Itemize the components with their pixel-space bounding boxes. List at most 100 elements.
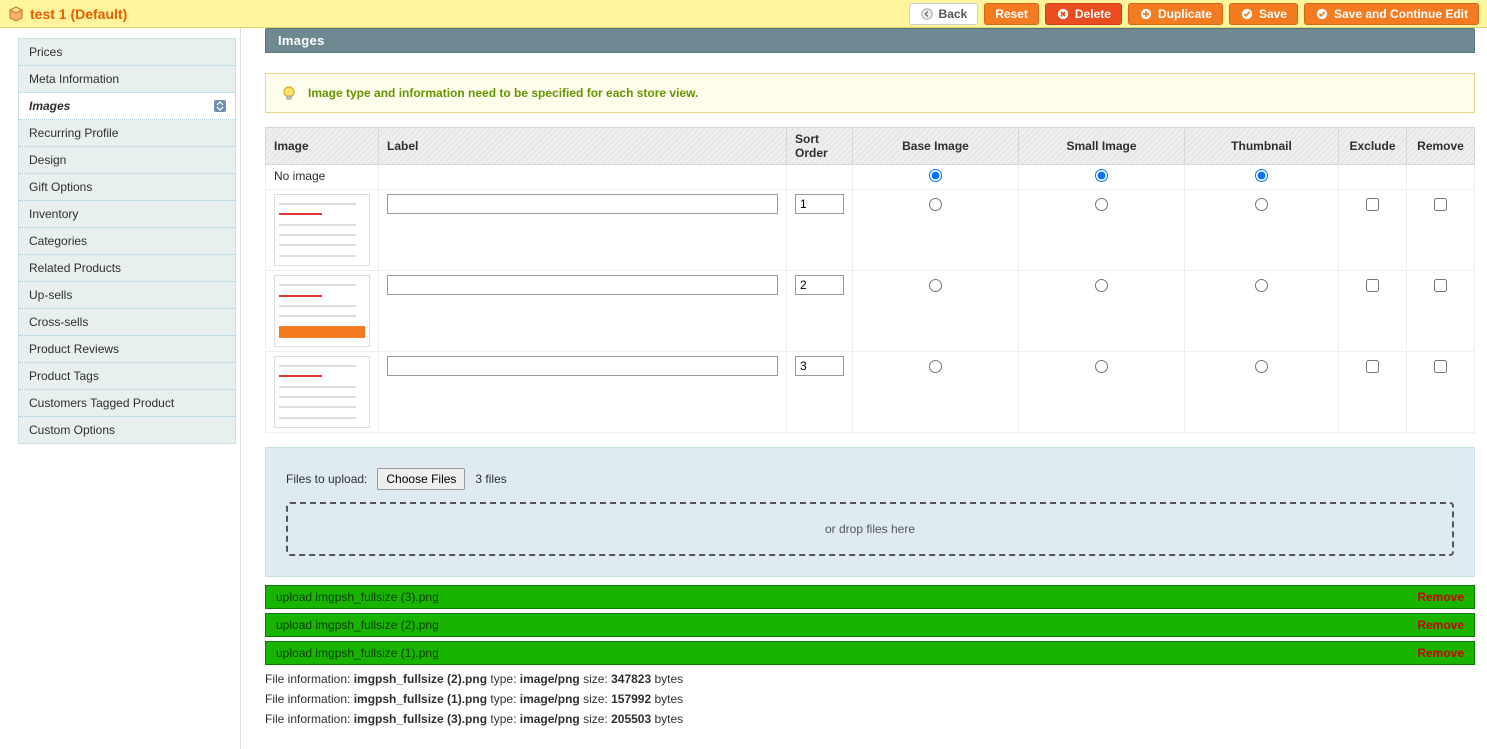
small-image-radio[interactable] <box>1095 198 1108 211</box>
file-count-text: 3 files <box>475 472 506 486</box>
base-image-radio-none[interactable] <box>929 169 942 182</box>
exclude-checkbox[interactable] <box>1366 360 1379 373</box>
section-header: Images <box>265 28 1475 53</box>
main-content: Images Image type and information need t… <box>240 28 1487 749</box>
thumb-image-radio[interactable] <box>1255 279 1268 292</box>
check-icon <box>1240 7 1254 21</box>
uploaded-file-label: upload imgpsh_fullsize (2).png <box>276 618 439 632</box>
sidebar-item-up-sells[interactable]: Up-sells <box>19 282 235 309</box>
th-base-image: Base Image <box>853 128 1019 165</box>
sidebar-item-categories[interactable]: Categories <box>19 228 235 255</box>
remove-uploaded-link[interactable]: Remove <box>1417 646 1464 660</box>
sidebar-item-gift-options[interactable]: Gift Options <box>19 174 235 201</box>
label-input[interactable] <box>387 356 778 376</box>
thumb-image-radio[interactable] <box>1255 360 1268 373</box>
sort-order-input[interactable] <box>795 275 844 295</box>
th-sort-order: Sort Order <box>787 128 853 165</box>
save-button[interactable]: Save <box>1229 3 1298 25</box>
small-image-radio[interactable] <box>1095 279 1108 292</box>
th-label: Label <box>379 128 787 165</box>
exclude-checkbox[interactable] <box>1366 279 1379 292</box>
image-thumbnail[interactable] <box>274 194 370 266</box>
sidebar-item-recurring-profile[interactable]: Recurring Profile <box>19 120 235 147</box>
uploaded-file-label: upload imgpsh_fullsize (1).png <box>276 646 439 660</box>
reset-button[interactable]: Reset <box>984 3 1039 25</box>
file-info-line: File information: imgpsh_fullsize (3).pn… <box>265 709 1475 729</box>
thumb-image-radio[interactable] <box>1255 198 1268 211</box>
back-button-label: Back <box>939 7 968 21</box>
sidebar-item-customers-tagged-product[interactable]: Customers Tagged Product <box>19 390 235 417</box>
back-button[interactable]: Back <box>909 3 979 25</box>
duplicate-button-label: Duplicate <box>1158 7 1212 21</box>
remove-checkbox[interactable] <box>1434 360 1447 373</box>
sidebar-item-related-products[interactable]: Related Products <box>19 255 235 282</box>
sidebar: PricesMeta InformationImagesRecurring Pr… <box>0 28 240 749</box>
uploaded-file-row: upload imgpsh_fullsize (1).png Remove <box>265 641 1475 665</box>
notice-message: Image type and information need to be sp… <box>308 86 698 100</box>
base-image-radio[interactable] <box>929 198 942 211</box>
table-row <box>266 271 1475 352</box>
base-image-radio[interactable] <box>929 279 942 292</box>
th-thumbnail: Thumbnail <box>1185 128 1339 165</box>
sidebar-item-meta-information[interactable]: Meta Information <box>19 66 235 93</box>
notice-box: Image type and information need to be sp… <box>265 73 1475 113</box>
uploaded-files-block: upload imgpsh_fullsize (3).pngRemoveuplo… <box>265 585 1475 665</box>
upload-area: Files to upload: Choose Files 3 files or… <box>265 447 1475 577</box>
expand-up-down-icon[interactable] <box>213 99 227 113</box>
sort-order-input[interactable] <box>795 356 844 376</box>
image-thumbnail[interactable] <box>274 275 370 347</box>
table-row <box>266 190 1475 271</box>
choose-files-button[interactable]: Choose Files <box>377 468 465 490</box>
product-cube-icon <box>8 6 24 22</box>
images-table: Image Label Sort Order Base Image Small … <box>265 127 1475 433</box>
sidebar-item-design[interactable]: Design <box>19 147 235 174</box>
label-input[interactable] <box>387 275 778 295</box>
file-info-line: File information: imgpsh_fullsize (1).pn… <box>265 689 1475 709</box>
sidebar-item-inventory[interactable]: Inventory <box>19 201 235 228</box>
base-image-radio[interactable] <box>929 360 942 373</box>
duplicate-button[interactable]: Duplicate <box>1128 3 1223 25</box>
remove-checkbox[interactable] <box>1434 279 1447 292</box>
back-arrow-icon <box>920 7 934 21</box>
remove-uploaded-link[interactable]: Remove <box>1417 618 1464 632</box>
delete-button-label: Delete <box>1075 7 1111 21</box>
sidebar-item-cross-sells[interactable]: Cross-sells <box>19 309 235 336</box>
delete-x-icon <box>1056 7 1070 21</box>
reset-button-label: Reset <box>995 7 1028 21</box>
files-to-upload-label: Files to upload: <box>286 472 367 486</box>
sidebar-item-custom-options[interactable]: Custom Options <box>19 417 235 443</box>
table-row-no-image: No image <box>266 165 1475 190</box>
uploaded-file-label: upload imgpsh_fullsize (3).png <box>276 590 439 604</box>
file-info-line: File information: imgpsh_fullsize (2).pn… <box>265 669 1475 689</box>
sidebar-item-product-tags[interactable]: Product Tags <box>19 363 235 390</box>
save-button-label: Save <box>1259 7 1287 21</box>
exclude-checkbox[interactable] <box>1366 198 1379 211</box>
sort-order-input[interactable] <box>795 194 844 214</box>
uploaded-file-row: upload imgpsh_fullsize (3).png Remove <box>265 585 1475 609</box>
small-image-radio-none[interactable] <box>1095 169 1108 182</box>
thumbnail-radio-none[interactable] <box>1255 169 1268 182</box>
image-thumbnail[interactable] <box>274 356 370 428</box>
check-icon <box>1315 7 1329 21</box>
th-small-image: Small Image <box>1019 128 1185 165</box>
table-row <box>266 352 1475 433</box>
lightbulb-icon <box>280 84 298 102</box>
small-image-radio[interactable] <box>1095 360 1108 373</box>
sidebar-item-images[interactable]: Images <box>19 93 235 120</box>
save-continue-button[interactable]: Save and Continue Edit <box>1304 3 1479 25</box>
top-bar: test 1 (Default) Back Reset Delete Dupli… <box>0 0 1487 28</box>
th-image: Image <box>266 128 379 165</box>
remove-checkbox[interactable] <box>1434 198 1447 211</box>
sidebar-item-product-reviews[interactable]: Product Reviews <box>19 336 235 363</box>
delete-button[interactable]: Delete <box>1045 3 1122 25</box>
sidebar-item-prices[interactable]: Prices <box>19 39 235 66</box>
save-continue-button-label: Save and Continue Edit <box>1334 7 1468 21</box>
remove-uploaded-link[interactable]: Remove <box>1417 590 1464 604</box>
file-info-block: File information: imgpsh_fullsize (2).pn… <box>265 669 1475 729</box>
no-image-cell: No image <box>266 165 379 190</box>
th-remove: Remove <box>1407 128 1475 165</box>
th-exclude: Exclude <box>1339 128 1407 165</box>
dropzone[interactable]: or drop files here <box>286 502 1454 556</box>
page-title: test 1 (Default) <box>30 6 127 22</box>
label-input[interactable] <box>387 194 778 214</box>
